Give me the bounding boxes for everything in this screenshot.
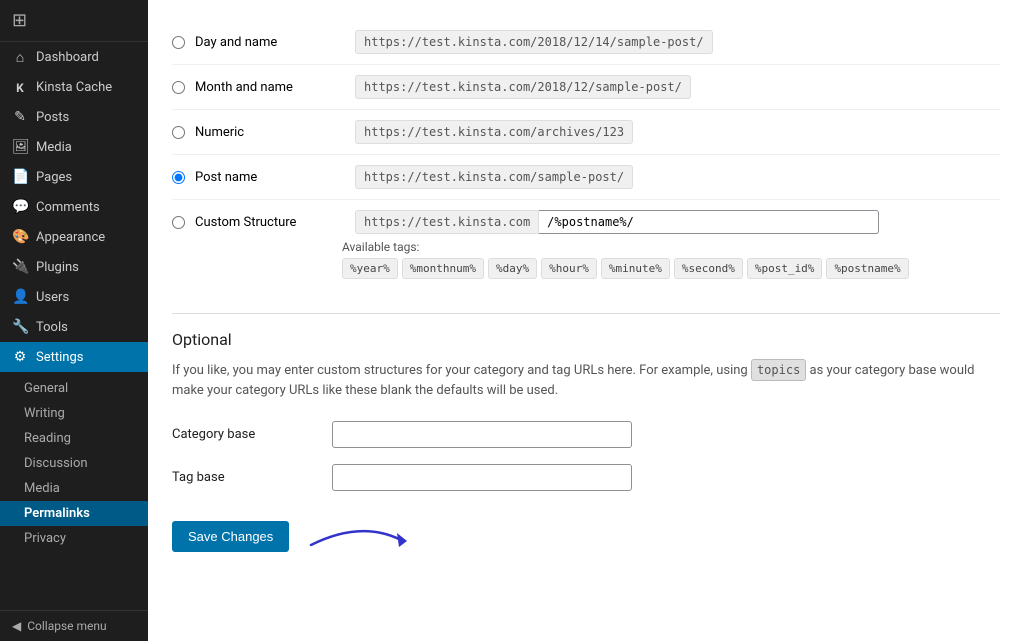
main-content: Day and name https://test.kinsta.com/201…	[148, 0, 1024, 641]
sidebar-item-appearance[interactable]: 🎨 Appearance	[0, 222, 148, 252]
tags-row: %year% %monthnum% %day% %hour% %minute% …	[342, 258, 1000, 279]
tag-day[interactable]: %day%	[488, 258, 537, 279]
tag-post-id[interactable]: %post_id%	[747, 258, 823, 279]
permalink-url-post-name: https://test.kinsta.com/sample-post/	[355, 165, 633, 189]
settings-sub-menu: General Writing Reading Discussion Media…	[0, 376, 148, 551]
sidebar: ⊞ ⌂ Dashboard K Kinsta Cache ✎ Posts 🖼 M…	[0, 0, 148, 641]
sidebar-item-permalinks[interactable]: Permalinks	[0, 501, 148, 526]
custom-structure-input[interactable]	[539, 210, 879, 234]
permalink-label-month-name: Month and name	[195, 80, 355, 95]
topics-badge: topics	[751, 359, 806, 381]
sidebar-item-pages[interactable]: 📄 Pages	[0, 162, 148, 192]
category-base-label: Category base	[172, 427, 332, 442]
sidebar-item-media[interactable]: 🖼 Media	[0, 132, 148, 162]
content-wrap: Day and name https://test.kinsta.com/201…	[148, 0, 1024, 641]
radio-month-name[interactable]	[172, 81, 185, 94]
sidebar-item-discussion[interactable]: Discussion	[0, 451, 148, 476]
optional-description: If you like, you may enter custom struct…	[172, 359, 1000, 401]
pages-icon: 📄	[12, 169, 28, 185]
wordpress-icon: ⊞	[12, 10, 27, 31]
tag-base-input[interactable]	[332, 464, 632, 491]
permalink-url-month-name: https://test.kinsta.com/2018/12/sample-p…	[355, 75, 691, 99]
tag-base-label: Tag base	[172, 470, 332, 485]
sidebar-item-kinsta-cache[interactable]: K Kinsta Cache	[0, 73, 148, 102]
permalink-label-post-name: Post name	[195, 170, 355, 185]
sidebar-item-users[interactable]: 👤 Users	[0, 282, 148, 312]
tag-hour[interactable]: %hour%	[541, 258, 597, 279]
sidebar-item-reading[interactable]: Reading	[0, 426, 148, 451]
custom-structure-top: Custom Structure https://test.kinsta.com	[172, 210, 1000, 234]
sidebar-item-plugins[interactable]: 🔌 Plugins	[0, 252, 148, 282]
sidebar-item-privacy[interactable]: Privacy	[0, 526, 148, 551]
permalink-url-numeric: https://test.kinsta.com/archives/123	[355, 120, 633, 144]
tag-second[interactable]: %second%	[674, 258, 743, 279]
arrow-indicator	[301, 515, 421, 559]
posts-icon: ✎	[12, 109, 28, 125]
dashboard-icon: ⌂	[12, 49, 28, 66]
tag-minute[interactable]: %minute%	[601, 258, 670, 279]
kinsta-icon: K	[12, 81, 28, 95]
tag-monthnum[interactable]: %monthnum%	[402, 258, 484, 279]
sidebar-item-writing[interactable]: Writing	[0, 401, 148, 426]
form-row-category-base: Category base	[172, 421, 1000, 448]
sidebar-item-tools[interactable]: 🔧 Tools	[0, 312, 148, 342]
sidebar-item-comments[interactable]: 💬 Comments	[0, 192, 148, 222]
save-changes-button[interactable]: Save Changes	[172, 521, 289, 552]
permalink-row-post-name: Post name https://test.kinsta.com/sample…	[172, 155, 1000, 200]
tag-year[interactable]: %year%	[342, 258, 398, 279]
plugins-icon: 🔌	[12, 259, 28, 275]
sidebar-item-posts[interactable]: ✎ Posts	[0, 102, 148, 132]
users-icon: 👤	[12, 289, 28, 305]
radio-post-name[interactable]	[172, 171, 185, 184]
permalink-row-numeric: Numeric https://test.kinsta.com/archives…	[172, 110, 1000, 155]
sidebar-logo: ⊞	[0, 0, 148, 42]
permalink-label-custom: Custom Structure	[195, 215, 355, 230]
save-row: Save Changes	[172, 515, 1000, 559]
comments-icon: 💬	[12, 199, 28, 215]
collapse-icon: ◀	[12, 619, 21, 633]
permalink-row-month-name: Month and name https://test.kinsta.com/2…	[172, 65, 1000, 110]
form-row-tag-base: Tag base	[172, 464, 1000, 491]
radio-custom[interactable]	[172, 216, 185, 229]
permalink-row-custom: Custom Structure https://test.kinsta.com…	[172, 200, 1000, 289]
media-icon: 🖼	[12, 139, 28, 155]
sidebar-item-media-sub[interactable]: Media	[0, 476, 148, 501]
radio-day-name[interactable]	[172, 36, 185, 49]
tools-icon: 🔧	[12, 319, 28, 335]
permalink-label-numeric: Numeric	[195, 125, 355, 140]
category-base-input[interactable]	[332, 421, 632, 448]
optional-title: Optional	[172, 330, 1000, 349]
sidebar-item-settings[interactable]: ⚙ Settings	[0, 342, 148, 372]
arrow-svg	[301, 515, 421, 555]
sidebar-item-dashboard[interactable]: ⌂ Dashboard	[0, 42, 148, 73]
sidebar-nav: ⌂ Dashboard K Kinsta Cache ✎ Posts 🖼 Med…	[0, 42, 148, 551]
custom-base-url: https://test.kinsta.com	[355, 210, 539, 234]
permalink-url-day-name: https://test.kinsta.com/2018/12/14/sampl…	[355, 30, 713, 54]
radio-numeric[interactable]	[172, 126, 185, 139]
available-tags-label: Available tags:	[342, 240, 1000, 254]
optional-section: Optional If you like, you may enter cust…	[172, 313, 1000, 559]
tag-postname[interactable]: %postname%	[826, 258, 908, 279]
appearance-icon: 🎨	[12, 229, 28, 245]
sidebar-item-general[interactable]: General	[0, 376, 148, 401]
settings-icon: ⚙	[12, 349, 28, 365]
permalink-label-day-name: Day and name	[195, 35, 355, 50]
collapse-menu-button[interactable]: ◀ Collapse menu	[0, 610, 148, 641]
permalink-row-day-name: Day and name https://test.kinsta.com/201…	[172, 20, 1000, 65]
